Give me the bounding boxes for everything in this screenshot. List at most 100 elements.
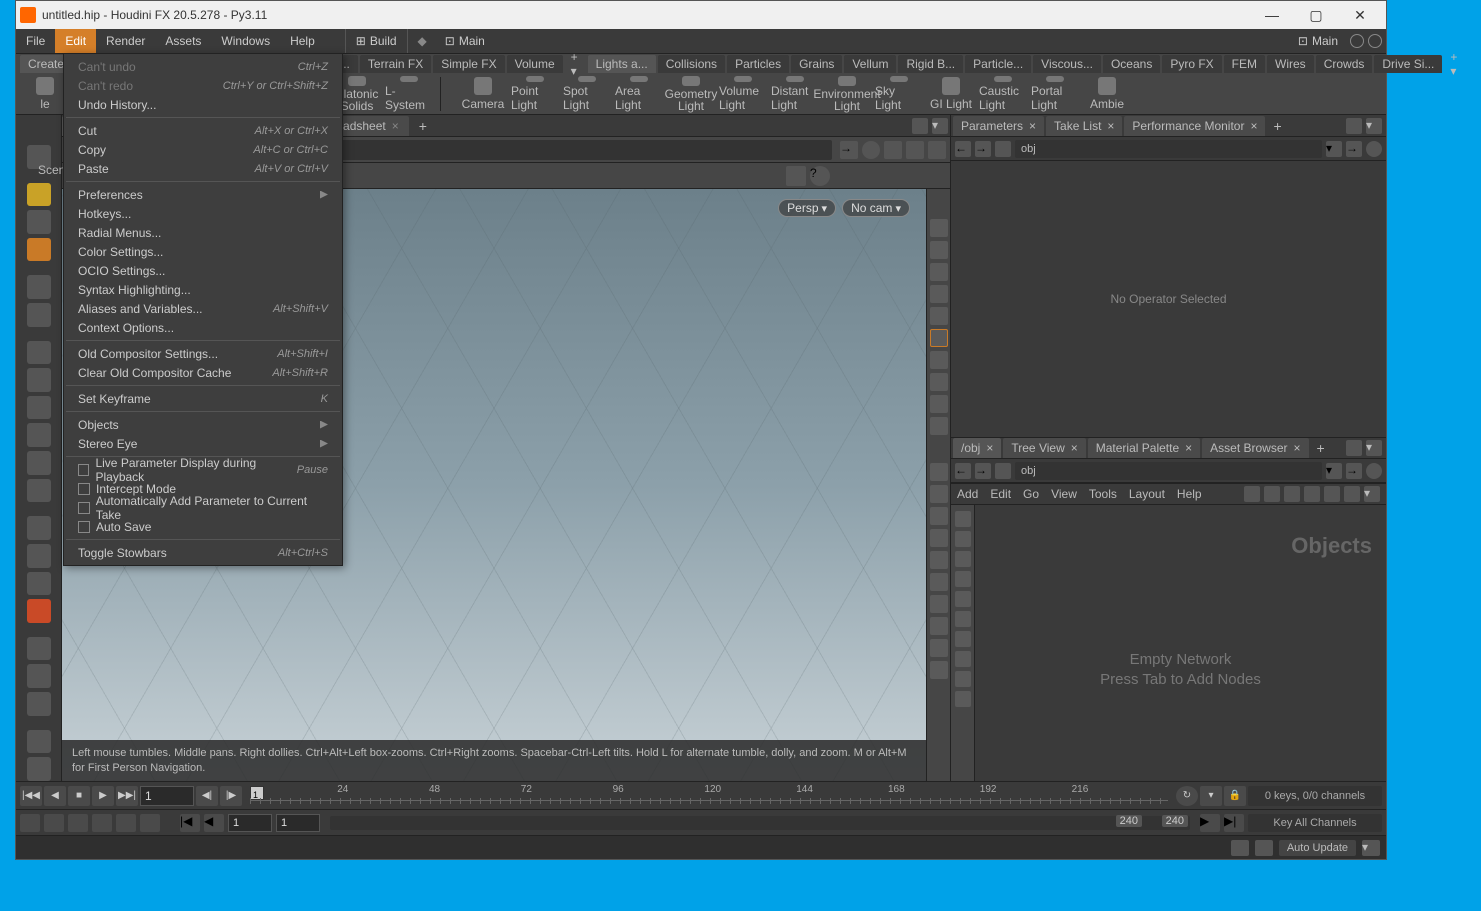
tool-i-icon[interactable] [27,572,51,596]
menu-render[interactable]: Render [96,29,155,53]
vpr-18-icon[interactable] [930,617,948,635]
shelf-tab-volume[interactable]: Volume [507,55,563,73]
update-icon[interactable] [1350,34,1364,48]
net-view3-icon[interactable] [1324,486,1340,502]
auto-update-button[interactable]: Auto Update [1279,840,1356,856]
pane-menu-icon[interactable]: ▾ [932,118,948,134]
ns-1-icon[interactable] [955,511,971,527]
pin-icon[interactable]: → [840,141,858,159]
menuitem-ocio-settings[interactable]: OCIO Settings... [64,261,342,280]
tool-a-icon[interactable] [27,341,51,365]
link-icon[interactable] [862,141,880,159]
vpr-5-icon[interactable] [930,307,948,325]
vpr-1-icon[interactable] [930,219,948,237]
pane-menu-icon[interactable]: ▾ [1366,118,1382,134]
tab-asset-browser[interactable]: Asset Browser× [1202,438,1308,458]
menuitem-old-compositor-settings[interactable]: Old Compositor Settings...Alt+Shift+I [64,344,342,363]
vpr-lock-icon[interactable] [930,263,948,281]
tool-j-icon[interactable] [27,637,51,661]
keys-label[interactable]: 0 keys, 0/0 channels [1248,786,1382,806]
fwd-icon[interactable]: → [975,463,991,479]
tool-m-icon[interactable] [27,730,51,754]
menuitem-aliases-variables[interactable]: Aliases and Variables...Alt+Shift+V [64,299,342,318]
range-slider[interactable]: 240 240 [330,816,1190,830]
vpr-11-icon[interactable] [930,463,948,481]
tool-causticlight[interactable]: Caustic Light [978,75,1028,113]
vpr-10-icon[interactable] [930,417,948,435]
tool-arrow-icon[interactable] [27,275,51,299]
ns-8-icon[interactable] [955,651,971,667]
net-view4-icon[interactable] [1344,486,1360,502]
params-path[interactable]: obj [1015,140,1322,158]
menuitem-clear-compositor-cache[interactable]: Clear Old Compositor CacheAlt+Shift+R [64,363,342,382]
shelf-tab-terrain[interactable]: Terrain FX [360,55,431,73]
tool-h-icon[interactable] [27,544,51,568]
menuitem-color-settings[interactable]: Color Settings... [64,242,342,261]
vpr-home-icon[interactable] [930,285,948,303]
menuitem-copy[interactable]: CopyAlt+C or Ctrl+C [64,140,342,159]
ns-5-icon[interactable] [955,591,971,607]
tool-e-icon[interactable] [27,451,51,475]
menuitem-auto-add-param[interactable]: Automatically Add Parameter to Current T… [64,498,342,517]
tool-lsystem[interactable]: L-System [384,75,434,113]
add-pane-tab-button[interactable]: + [411,118,435,134]
menuitem-live-param-display[interactable]: Live Parameter Display during PlaybackPa… [64,460,342,479]
folder-icon[interactable] [995,463,1011,479]
lock-icon[interactable]: 🔒 [1224,786,1246,806]
tab-close-icon[interactable]: × [1071,438,1078,458]
ns-6-icon[interactable] [955,611,971,627]
range-first-icon[interactable]: |◀ [180,814,200,832]
main-windows-left[interactable]: ⊡ Main [437,29,493,53]
shelf-tab-drivesi[interactable]: Drive Si... [1374,55,1442,73]
tab-close-icon[interactable]: × [1029,116,1036,136]
tab-close-icon[interactable]: × [986,438,993,458]
checkbox-icon[interactable] [78,483,90,495]
back-icon[interactable]: ← [955,463,971,479]
net-menu-tools[interactable]: Tools [1089,487,1117,501]
menu-edit[interactable]: Edit [55,29,96,53]
persp-pill[interactable]: Persp ▾ [778,199,836,217]
net-menu-edit[interactable]: Edit [990,487,1011,501]
tool-pointlight[interactable]: Point Light [510,75,560,113]
dropdown-icon[interactable]: ▾ [1326,463,1342,479]
vpr-14-icon[interactable] [930,529,948,547]
menuitem-undo-history[interactable]: Undo History... [64,95,342,114]
stop-button[interactable]: ■ [68,786,90,806]
camera-pill[interactable]: No cam ▾ [842,199,910,217]
tool-geomlight[interactable]: Geometry Light [666,75,716,113]
ns-7-icon[interactable] [955,631,971,647]
fwd-icon[interactable]: → [975,141,991,157]
pin-icon[interactable]: → [1346,141,1362,157]
range-tool-4-icon[interactable] [92,814,112,832]
tool-portallight[interactable]: Portal Light [1030,75,1080,113]
status-1-icon[interactable] [1231,840,1249,856]
tab-obj-root[interactable]: /obj× [953,438,1001,458]
tool-c-icon[interactable] [27,396,51,420]
play-back-button[interactable]: ◀ [44,786,66,806]
net-menu-layout[interactable]: Layout [1129,487,1165,501]
menu-assets[interactable]: Assets [155,29,211,53]
tool-tag-icon[interactable] [27,238,51,262]
link-icon[interactable] [1366,463,1382,479]
net-menu-view[interactable]: View [1051,487,1077,501]
vpr-17-icon[interactable] [930,595,948,613]
ns-10-icon[interactable] [955,691,971,707]
step-back-button[interactable]: ◀| [196,786,218,806]
network-body[interactable]: Objects Empty Network Press Tab to Add N… [951,505,1386,781]
vpr-9-icon[interactable] [930,395,948,413]
vpr-12-icon[interactable] [930,485,948,503]
tool-diamond-icon[interactable] [27,210,51,234]
tool-g-icon[interactable] [27,516,51,540]
shelf-tab-vellum[interactable]: Vellum [844,55,896,73]
pane-expand-icon[interactable] [1346,118,1362,134]
close-button[interactable]: ✕ [1338,2,1382,28]
tool-f-icon[interactable] [27,479,51,503]
help-icon[interactable] [1368,34,1382,48]
net-menu-add[interactable]: Add [957,487,978,501]
cube-icon[interactable] [884,141,902,159]
tool-camera[interactable]: Camera [458,75,508,113]
vpr-19-icon[interactable] [930,639,948,657]
play-button[interactable]: ▶ [92,786,114,806]
net-menu-go[interactable]: Go [1023,487,1039,501]
first-frame-button[interactable]: |◀◀ [20,786,42,806]
